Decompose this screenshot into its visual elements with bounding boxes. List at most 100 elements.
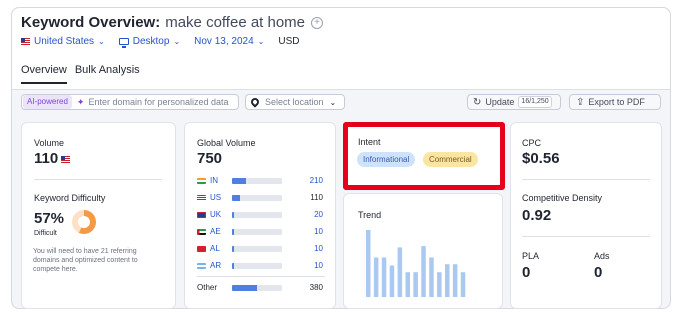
ai-powered-badge: AI-powered <box>23 95 72 109</box>
ae-flag-icon <box>197 228 206 235</box>
global-volume-value: 750 <box>197 150 223 167</box>
country-row-ae[interactable]: AE <box>197 227 221 236</box>
country-volume[interactable]: 10 <box>314 261 323 270</box>
volume-bar-track <box>232 212 282 218</box>
country-row-in[interactable]: IN <box>197 176 218 185</box>
location-select[interactable]: Select location ⌄ <box>245 94 345 110</box>
trend-card: Trend <box>343 193 503 309</box>
country-row-uk[interactable]: UK <box>197 210 221 219</box>
trend-bar[interactable] <box>413 272 418 297</box>
cpc-value: $0.56 <box>522 150 560 167</box>
country-volume[interactable]: 210 <box>310 176 323 185</box>
volume-bar-track <box>232 229 282 235</box>
tab-overview[interactable]: Overview <box>21 64 67 84</box>
country-label: United States <box>34 36 95 47</box>
us-flag-icon <box>61 156 70 163</box>
global-volume-card: Global Volume 750 IN 210 US 110 UK 20 AE… <box>184 122 336 309</box>
volume-bar-track <box>232 246 282 252</box>
kd-label: Keyword Difficulty <box>34 193 106 203</box>
title-row: Keyword Overview: make coffee at home + <box>21 14 324 31</box>
trend-bar[interactable] <box>373 257 379 298</box>
update-label: Update <box>485 97 515 107</box>
volume-bar <box>232 195 240 201</box>
date-select[interactable]: Nov 13, 2024 ⌄ <box>194 36 264 47</box>
kd-donut-chart <box>72 210 96 234</box>
export-pdf-button[interactable]: ⇪ Export to PDF <box>569 94 661 110</box>
competitive-density-value: 0.92 <box>522 207 552 224</box>
volume-card: Volume 110 Keyword Difficulty 57% Diffic… <box>21 122 176 309</box>
export-icon: ⇪ <box>576 96 585 108</box>
trend-bar[interactable] <box>429 257 434 298</box>
domain-placeholder: Enter domain for personalized data <box>88 97 229 107</box>
country-volume[interactable]: 20 <box>314 210 323 219</box>
page-title: Keyword Overview: <box>21 14 161 31</box>
ads-value: 0 <box>594 264 603 281</box>
trend-bar[interactable] <box>452 264 458 297</box>
volume-bar <box>232 178 246 184</box>
ar-flag-icon <box>197 262 206 269</box>
country-code: UK <box>210 210 222 219</box>
volume-bar-track <box>232 195 282 201</box>
update-quota-badge: 16/1,250 <box>518 96 552 108</box>
volume-value: 110 <box>34 150 59 167</box>
update-button[interactable]: ↻ Update 16/1,250 <box>467 94 561 110</box>
tab-bulk-analysis[interactable]: Bulk Analysis <box>75 64 140 84</box>
country-row-us[interactable]: US <box>197 193 221 202</box>
pla-value: 0 <box>522 264 531 281</box>
add-to-list-icon[interactable]: + <box>311 16 324 29</box>
domain-input[interactable]: AI-powered ✦ Enter domain for personaliz… <box>21 94 239 110</box>
pla-label: PLA <box>522 251 540 261</box>
trend-bar[interactable] <box>397 247 403 297</box>
header: Keyword Overview: make coffee at home + … <box>12 8 670 90</box>
cpc-label: CPC <box>522 138 542 148</box>
kd-value: 57% <box>34 210 65 227</box>
al-flag-icon <box>197 245 206 252</box>
chevron-down-icon: ⌄ <box>173 37 181 46</box>
trend-bar[interactable] <box>437 272 442 297</box>
divider <box>522 236 650 237</box>
uk-flag-icon <box>197 211 206 218</box>
other-volume: 380 <box>309 283 323 292</box>
us-flag-icon <box>197 194 206 201</box>
volume-bar <box>232 246 234 252</box>
kd-note: You will need to have 21 referring domai… <box>33 248 138 273</box>
volume-bar <box>232 229 234 235</box>
trend-bar[interactable] <box>421 246 426 297</box>
volume-bar-track <box>232 178 282 184</box>
keyword-title: make coffee at home <box>165 14 306 31</box>
country-row-al[interactable]: AL <box>197 244 220 253</box>
location-placeholder: Select location <box>265 97 324 107</box>
trend-bar[interactable] <box>405 272 411 297</box>
divider <box>197 276 325 277</box>
country-code: AL <box>210 244 220 253</box>
country-row-ar[interactable]: AR <box>197 261 221 270</box>
country-select[interactable]: United States ⌄ <box>21 36 105 47</box>
trend-bar[interactable] <box>460 272 466 297</box>
country-volume[interactable]: 10 <box>314 227 323 236</box>
country-volume[interactable]: 10 <box>314 244 323 253</box>
chevron-down-icon: ⌄ <box>98 37 105 46</box>
volume-label: Volume <box>34 138 65 148</box>
chevron-down-icon: ⌄ <box>329 97 337 107</box>
sparkle-icon: ✦ <box>76 96 85 107</box>
device-select[interactable]: Desktop ⌄ <box>118 36 181 48</box>
divider <box>34 179 162 180</box>
intent-highlight-box <box>343 122 505 190</box>
trend-chart <box>366 230 466 298</box>
trend-bar[interactable] <box>445 264 450 297</box>
location-pin-icon <box>249 96 261 108</box>
volume-bar-track <box>232 285 282 291</box>
currency-label: USD <box>278 36 300 47</box>
keyword-overview-panel: Keyword Overview: make coffee at home + … <box>11 7 671 309</box>
volume-bar <box>232 285 257 291</box>
country-code: IN <box>210 176 218 185</box>
cpc-card: CPC $0.56 Competitive Density 0.92 PLA 0… <box>510 122 662 309</box>
trend-bar[interactable] <box>381 257 387 298</box>
refresh-icon: ↻ <box>473 96 482 108</box>
trend-bar[interactable] <box>389 265 395 298</box>
in-flag-icon <box>197 177 206 184</box>
trend-bar[interactable] <box>366 230 371 297</box>
volume-bar <box>232 263 234 269</box>
us-flag-icon <box>21 38 30 45</box>
tabs: Overview Bulk Analysis <box>21 64 148 84</box>
